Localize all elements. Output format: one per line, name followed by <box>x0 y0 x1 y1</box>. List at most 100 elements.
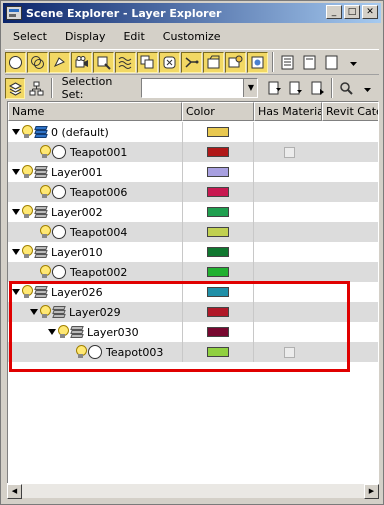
object-name[interactable]: Teapot004 <box>70 226 127 239</box>
expand-collapse-icon[interactable] <box>12 169 20 175</box>
display-lights-button[interactable] <box>49 51 70 73</box>
cameras-icon <box>75 55 88 67</box>
object-row[interactable]: Teapot002 <box>8 262 378 282</box>
display-helpers-button[interactable] <box>93 51 114 73</box>
color-swatch[interactable] <box>207 187 229 197</box>
display-cameras-button[interactable] <box>71 51 92 73</box>
display-frozen-button[interactable] <box>247 51 268 73</box>
selection-toolbar: Selection Set: ▼ <box>5 75 379 101</box>
color-cell <box>182 222 254 242</box>
grid-header: Name Color Has Material Revit Categ <box>8 102 378 121</box>
layer-name[interactable]: Layer001 <box>51 166 103 179</box>
toolbar-overflow-button[interactable] <box>343 52 364 73</box>
remove-from-set-icon <box>311 81 324 95</box>
menu-select[interactable]: Select <box>3 27 55 47</box>
object-name[interactable]: Teapot001 <box>70 146 127 159</box>
hierarchy-toggle-button[interactable] <box>26 78 46 99</box>
list-view-icon <box>281 55 294 69</box>
edit-selection-set-button[interactable] <box>264 78 284 99</box>
color-swatch[interactable] <box>207 207 229 217</box>
horizontal-scrollbar[interactable]: ◀ ▶ <box>7 483 379 499</box>
color-swatch[interactable] <box>207 267 229 277</box>
layer-name[interactable]: Layer002 <box>51 206 103 219</box>
chevron-down-icon[interactable]: ▼ <box>243 79 258 97</box>
color-swatch[interactable] <box>207 127 229 137</box>
visibility-bulb-icon[interactable] <box>40 145 51 159</box>
column-header-revit-category[interactable]: Revit Categ <box>322 102 378 121</box>
groups-icon <box>140 55 154 68</box>
object-name[interactable]: Teapot002 <box>70 266 127 279</box>
options-icon <box>251 56 264 68</box>
find-options-button[interactable] <box>358 78 378 99</box>
display-bones-button[interactable] <box>181 51 202 73</box>
object-row[interactable]: Teapot004 <box>8 222 378 242</box>
display-particles-button[interactable] <box>225 51 246 73</box>
menu-edit[interactable]: Edit <box>113 27 152 47</box>
object-row[interactable]: Teapot006 <box>8 182 378 202</box>
teapot-object-icon <box>52 265 66 279</box>
color-swatch[interactable] <box>207 247 229 257</box>
visibility-bulb-icon[interactable] <box>22 245 33 259</box>
add-to-set-icon <box>289 81 303 94</box>
toolbar-separator <box>272 52 274 72</box>
display-containers-button[interactable] <box>203 51 224 73</box>
title-bar[interactable]: Scene Explorer - Layer Explorer _ □ ✕ <box>3 3 381 23</box>
display-shapes-button[interactable] <box>27 51 48 73</box>
visibility-bulb-icon[interactable] <box>40 265 51 279</box>
teapot-object-icon <box>52 185 66 199</box>
expand-collapse-icon[interactable] <box>12 209 20 215</box>
more-view-button[interactable] <box>321 52 342 73</box>
detail-view-button[interactable] <box>299 52 320 73</box>
edit-set-icon <box>268 81 282 94</box>
color-swatch[interactable] <box>207 147 229 157</box>
layer-stack-icon <box>34 205 48 219</box>
remove-from-set-button[interactable] <box>307 78 327 99</box>
visibility-bulb-icon[interactable] <box>40 185 51 199</box>
selection-set-dropdown[interactable]: ▼ <box>140 78 259 98</box>
visibility-bulb-icon[interactable] <box>22 205 33 219</box>
close-button[interactable]: ✕ <box>362 5 378 19</box>
column-header-color[interactable]: Color <box>182 102 254 121</box>
menu-display[interactable]: Display <box>55 27 114 47</box>
visibility-bulb-icon[interactable] <box>22 165 33 179</box>
chevron-down-icon <box>350 61 357 66</box>
list-view-button[interactable] <box>277 52 298 73</box>
layer-row[interactable]: Layer010 <box>8 242 378 262</box>
color-swatch[interactable] <box>207 167 229 177</box>
layers-icon <box>8 81 22 96</box>
visibility-bulb-icon[interactable] <box>40 225 51 239</box>
column-header-has-material[interactable]: Has Material <box>254 102 322 121</box>
tree-node: Layer001 <box>12 162 103 182</box>
visibility-bulb-icon[interactable] <box>22 125 33 139</box>
minimize-button[interactable]: _ <box>326 5 342 19</box>
add-to-set-button[interactable] <box>286 78 306 99</box>
display-spacewarps-button[interactable] <box>115 51 136 73</box>
maximize-button[interactable]: □ <box>344 5 360 19</box>
object-name[interactable]: Teapot006 <box>70 186 127 199</box>
filter-toolbar <box>5 49 379 75</box>
find-button[interactable] <box>336 78 356 99</box>
display-geometry-button[interactable] <box>5 51 26 73</box>
scroll-right-button[interactable]: ▶ <box>364 484 379 499</box>
tree-node: Teapot001 <box>30 142 127 162</box>
layer-explorer-toggle-button[interactable] <box>5 77 26 99</box>
column-header-name[interactable]: Name <box>8 102 182 121</box>
display-xrefs-button[interactable] <box>159 51 180 73</box>
layer-row[interactable]: Layer001 <box>8 162 378 182</box>
layer-row[interactable]: 0 (default) <box>8 122 378 142</box>
find-icon <box>340 81 353 95</box>
menu-customize[interactable]: Customize <box>153 27 229 47</box>
expand-collapse-icon[interactable] <box>12 129 20 135</box>
spacewarps-icon <box>118 56 132 69</box>
display-groups-button[interactable] <box>137 51 158 73</box>
has-material-checkbox[interactable] <box>284 147 295 158</box>
layer-name[interactable]: Layer010 <box>51 246 103 259</box>
expand-collapse-icon[interactable] <box>12 249 20 255</box>
color-swatch[interactable] <box>207 227 229 237</box>
object-row[interactable]: Teapot001 <box>8 142 378 162</box>
layer-row[interactable]: Layer002 <box>8 202 378 222</box>
scroll-left-button[interactable]: ◀ <box>7 484 22 499</box>
layer-name[interactable]: 0 (default) <box>51 126 109 139</box>
toolbar-separator <box>50 78 53 98</box>
particles-icon <box>228 55 243 67</box>
